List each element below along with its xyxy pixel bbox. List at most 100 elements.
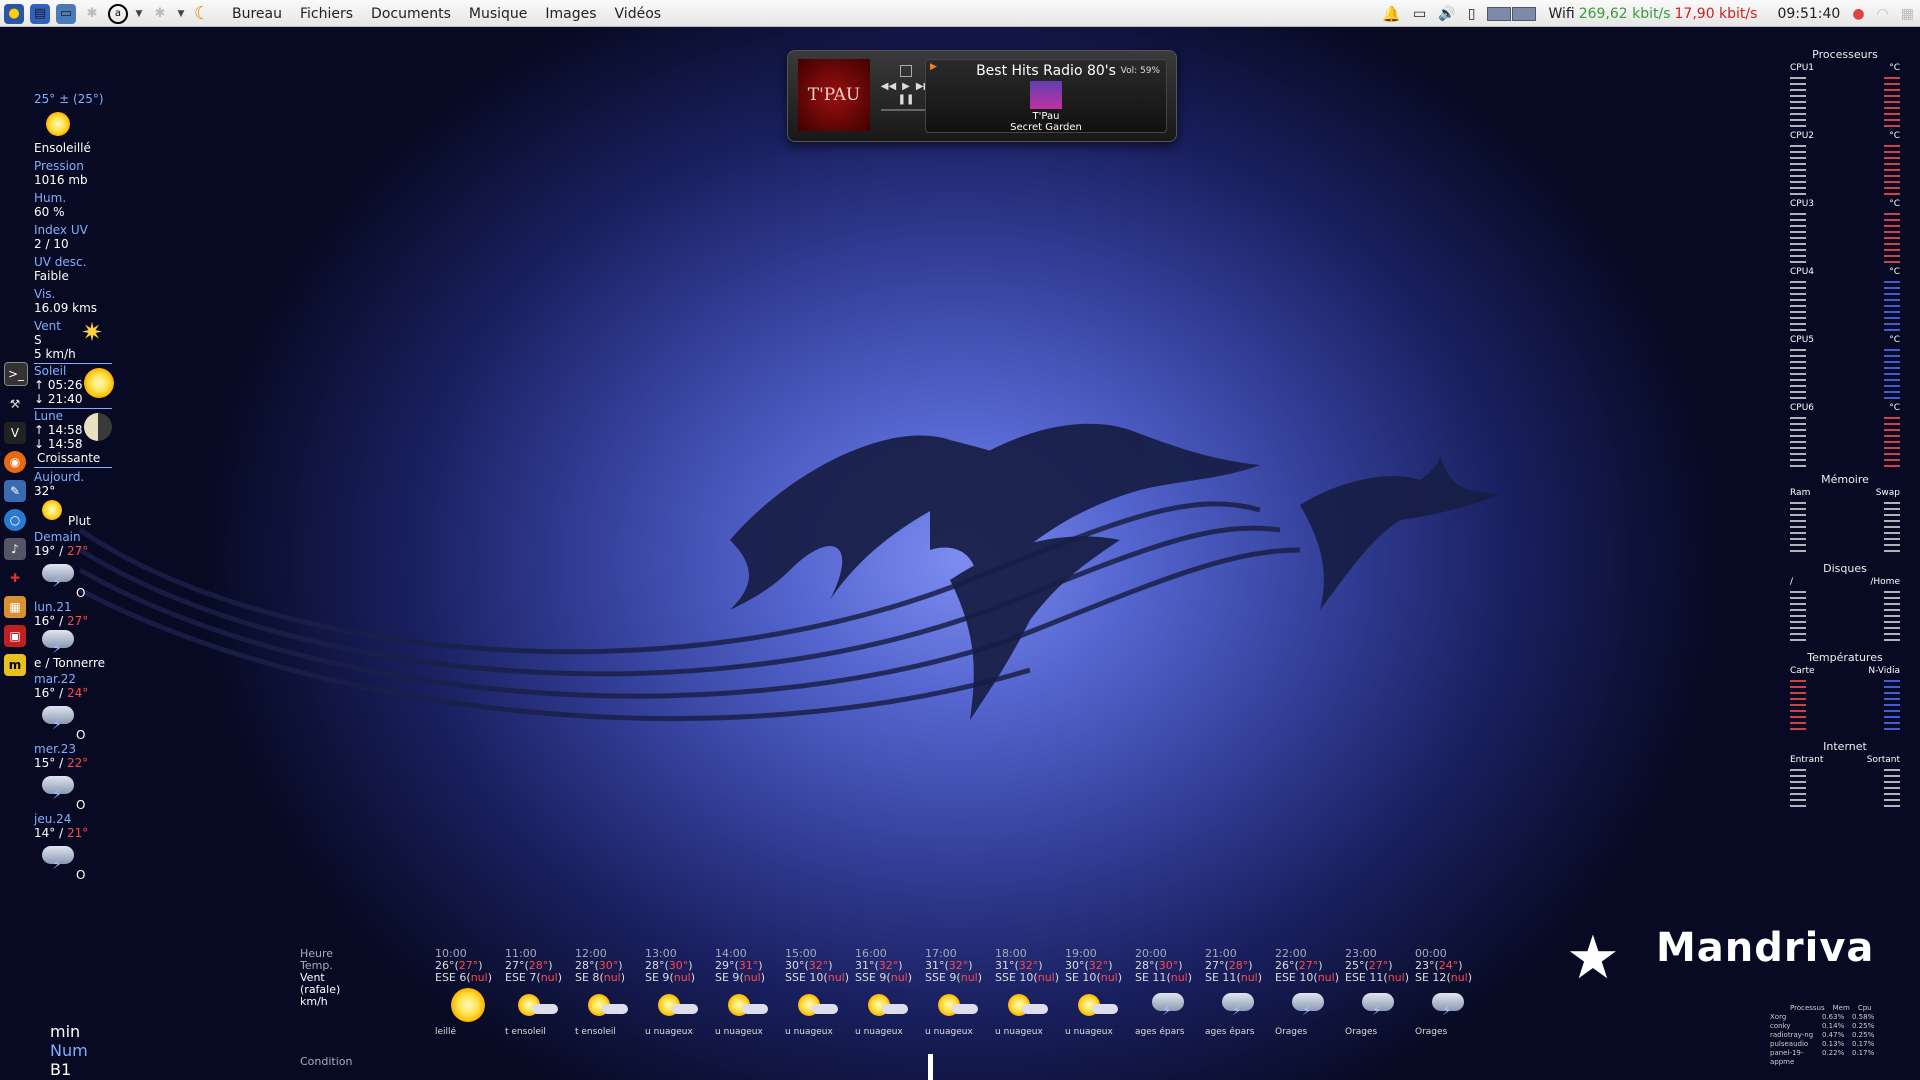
cpu-block: CPU3 °C — [1770, 199, 1920, 265]
proc-cpu: 0.17% — [1852, 1040, 1875, 1048]
swap-label: Swap — [1875, 488, 1900, 498]
wifi-signal-icon[interactable]: ◠ — [1877, 6, 1889, 22]
menu-bureau[interactable]: Bureau — [232, 6, 282, 22]
day-name: mar.22 — [34, 672, 76, 686]
visibility-label: Vis. — [34, 287, 56, 301]
hour-column: 17:00 31°(32°) SSE 9(nul) u nuageux — [925, 948, 991, 1038]
wind-label: Vent (rafale) km/h — [300, 971, 341, 1008]
wifi-label: Wifi — [1548, 5, 1575, 22]
network-tray-icon[interactable]: ✱ — [150, 4, 170, 24]
uv-label: Index UV — [34, 223, 88, 237]
text-editor-icon[interactable]: ✎ — [4, 480, 26, 502]
mandriva-star-icon: ★ — [1566, 923, 1620, 993]
document-icon[interactable]: ▭ — [56, 3, 76, 24]
previous-button[interactable]: ◀◀ — [881, 81, 896, 92]
browser-icon[interactable]: ○ — [4, 509, 26, 531]
volume-icon[interactable]: 🔊 — [1438, 6, 1455, 22]
clock[interactable]: 09:51:40 — [1777, 6, 1840, 22]
update-icon[interactable]: ● — [1852, 6, 1864, 22]
audio-icon[interactable]: ♪ — [4, 538, 26, 560]
plugin-icon[interactable]: ✱ — [82, 4, 102, 24]
terminal-icon[interactable]: >_ — [4, 362, 28, 386]
cpu-label: CPU1 — [1790, 63, 1815, 73]
volume-level: Vol: 59% — [1120, 66, 1160, 76]
chevron-down-icon[interactable]: ▼ — [134, 4, 144, 24]
forecast-day: mer.23 15° / 22° O — [34, 742, 114, 812]
cpu-load-gauge — [1790, 417, 1806, 467]
cpu-load-gauge — [1790, 213, 1806, 263]
hour-condition: Orages — [1415, 1027, 1448, 1037]
circle-a-icon[interactable]: a — [108, 3, 128, 24]
sun-cloud-icon — [715, 984, 781, 1026]
track-title: Secret Garden — [1010, 122, 1082, 133]
today-label: Aujourd. — [34, 470, 85, 484]
redshift-icon[interactable]: ☾ — [192, 3, 212, 24]
archive-icon[interactable]: ▦ — [4, 596, 26, 618]
m-app-icon[interactable]: m — [4, 654, 26, 676]
cpu-temp-unit: °C — [1889, 131, 1900, 141]
forecast-day: lun.21 16° / 27° e / Tonnerre — [34, 600, 114, 670]
hour-wind: ESE 10(nul) — [1275, 971, 1339, 984]
wifi-down-rate: 269,62 kbit/s — [1578, 5, 1671, 22]
day-min: 19° — [34, 544, 56, 558]
player-display: ▶ Best Hits Radio 80's Vol: 59% T'Pau Se… — [925, 59, 1167, 133]
menu-images[interactable]: Images — [545, 6, 596, 22]
clipboard-icon[interactable]: ▯ — [1468, 6, 1476, 22]
hour-column: 14:00 29°(31°) SE 9(nul) u nuageux — [715, 948, 781, 1038]
stop-button[interactable] — [900, 65, 912, 77]
cpu-load-gauge — [1790, 145, 1806, 195]
hour-wind: SE 9(nul) — [715, 971, 766, 984]
sun-cloud-icon — [575, 984, 641, 1026]
cpu-temp-unit: °C — [1889, 403, 1900, 413]
process-row: Xorg 0.63% 0.58% — [1770, 1013, 1874, 1022]
firefox-icon[interactable]: ◉ — [4, 451, 26, 473]
hour-condition: u nuageux — [1065, 1027, 1113, 1037]
hour-wind: SSE 9(nul) — [855, 971, 913, 984]
nvidia-temp-label: N-Vidia — [1868, 666, 1900, 676]
panel-left: ● ▤ ▭ ✱ a ▼ ✱ ▼ ☾ Bureau Fichiers Docume… — [4, 0, 661, 27]
hour-column: 13:00 28°(30°) SE 9(nul) u nuageux — [645, 948, 711, 1038]
bell-icon[interactable]: 🔔 — [1382, 5, 1401, 23]
hour-condition: Orages — [1275, 1027, 1308, 1037]
condition-label: Condition — [300, 1055, 353, 1068]
storm-icon — [1275, 984, 1341, 1026]
humidity-label: Hum. — [34, 191, 67, 205]
hour-wind: ESE 11(nul) — [1345, 971, 1409, 984]
workspace-switcher[interactable] — [1487, 6, 1537, 21]
red-app-icon[interactable]: ▣ — [4, 625, 26, 647]
vivaldi-icon[interactable]: V — [4, 422, 26, 444]
sun-icon — [46, 112, 70, 136]
cpu-block: CPU2 °C — [1770, 131, 1920, 197]
menu-fichiers[interactable]: Fichiers — [300, 6, 353, 22]
day-condition: O — [76, 728, 86, 742]
cpu-temp-gauge — [1884, 145, 1900, 195]
moon-phase: Croissante — [37, 451, 101, 465]
app-menu-icon[interactable]: ● — [4, 3, 24, 24]
net-in-label: Entrant — [1790, 755, 1824, 765]
processors-title: Processeurs — [1812, 48, 1878, 61]
seek-bar[interactable] — [881, 109, 931, 111]
proc-mem: 0.22% — [1822, 1049, 1845, 1057]
menu-videos[interactable]: Vidéos — [615, 6, 662, 22]
proc-name: radiotray-ng — [1770, 1031, 1814, 1039]
menu-musique[interactable]: Musique — [469, 6, 528, 22]
storm-icon — [1415, 984, 1481, 1026]
day-max: 24° — [66, 686, 89, 700]
hour-column: 15:00 30°(32°) SSE 10(nul) u nuageux — [785, 948, 851, 1038]
keyboard-icon[interactable]: ▦ — [1901, 6, 1914, 22]
menu-documents[interactable]: Documents — [371, 6, 451, 22]
hour-column: 23:0025°(27°)ESE 11(nul)Orages — [1345, 948, 1411, 1038]
track-thumbnail — [1030, 81, 1062, 109]
day-name: Demain — [34, 530, 81, 544]
file-manager-icon[interactable]: ▤ — [30, 3, 50, 24]
hammer-icon[interactable]: ⚒ — [4, 393, 26, 415]
cpu-temp-gauge — [1884, 417, 1900, 467]
chevron-down-icon[interactable]: ▼ — [176, 4, 186, 24]
proc-cpu: 0.17% — [1852, 1049, 1875, 1057]
play-button[interactable]: ▶ — [902, 81, 910, 92]
weather-widget: 25° ± (25°) Ensoleillé Pression 1016 mb … — [34, 92, 114, 882]
day-condition: O — [76, 798, 86, 812]
battery-icon[interactable]: ▭ — [1413, 6, 1426, 22]
pdf-icon[interactable]: ✚ — [4, 567, 26, 589]
visibility-value: 16.09 kms — [34, 301, 98, 315]
